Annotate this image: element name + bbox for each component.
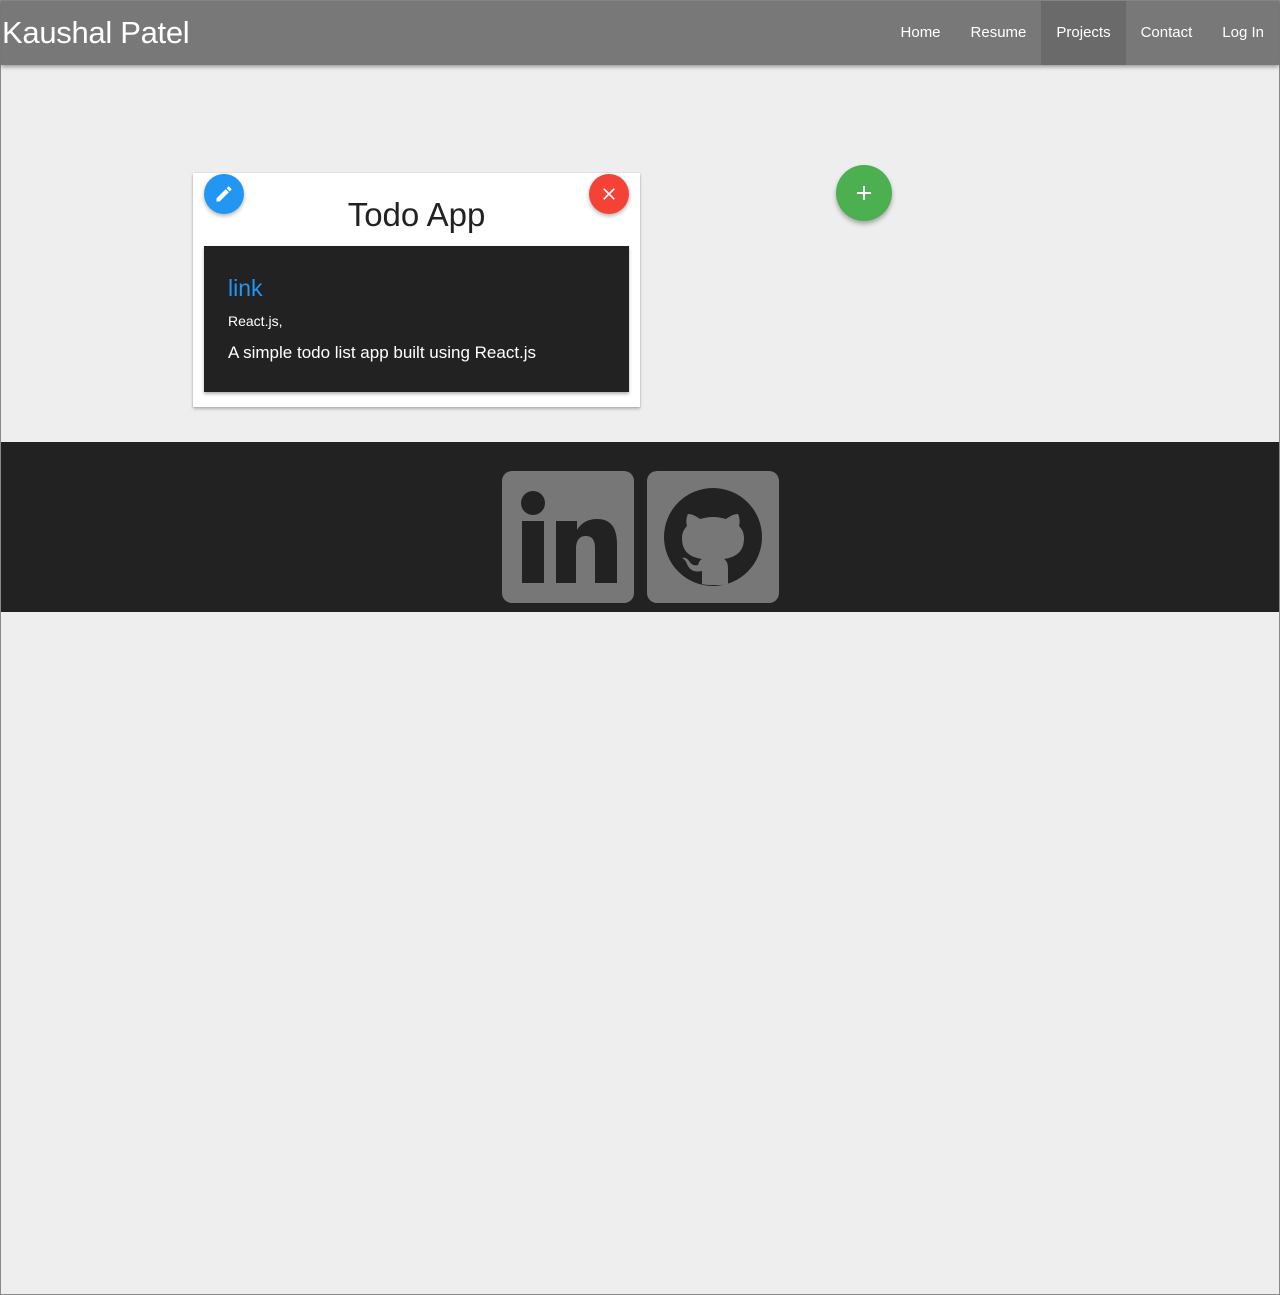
- nav-links: Home Resume Projects Contact Log In: [886, 1, 1279, 65]
- footer: [1, 442, 1279, 612]
- project-tech: React.js,: [228, 313, 283, 329]
- project-details: link React.js, A simple todo list app bu…: [204, 246, 629, 392]
- nav-projects[interactable]: Projects: [1041, 1, 1126, 65]
- nav-login[interactable]: Log In: [1207, 1, 1279, 65]
- delete-project-button[interactable]: [589, 174, 629, 214]
- site-brand[interactable]: Kaushal Patel: [2, 15, 190, 51]
- nav-contact[interactable]: Contact: [1126, 1, 1208, 65]
- linkedin-icon: [521, 491, 617, 583]
- close-icon: [603, 188, 615, 200]
- github-link[interactable]: [647, 471, 779, 603]
- project-link[interactable]: link: [228, 274, 263, 302]
- pencil-icon: [216, 186, 232, 202]
- linkedin-link[interactable]: [502, 471, 634, 603]
- plus-icon: [857, 186, 871, 200]
- project-title: Todo App: [347, 196, 486, 233]
- github-icon: [664, 488, 762, 586]
- navbar: Kaushal Patel Home Resume Projects Conta…: [1, 1, 1279, 65]
- edit-project-button[interactable]: [204, 174, 244, 214]
- nav-home[interactable]: Home: [886, 1, 956, 65]
- add-project-button[interactable]: [836, 165, 892, 221]
- project-description: A simple todo list app built using React…: [228, 343, 537, 362]
- nav-resume[interactable]: Resume: [956, 1, 1042, 65]
- project-card: Todo App link React.js, A simple todo li…: [193, 173, 640, 407]
